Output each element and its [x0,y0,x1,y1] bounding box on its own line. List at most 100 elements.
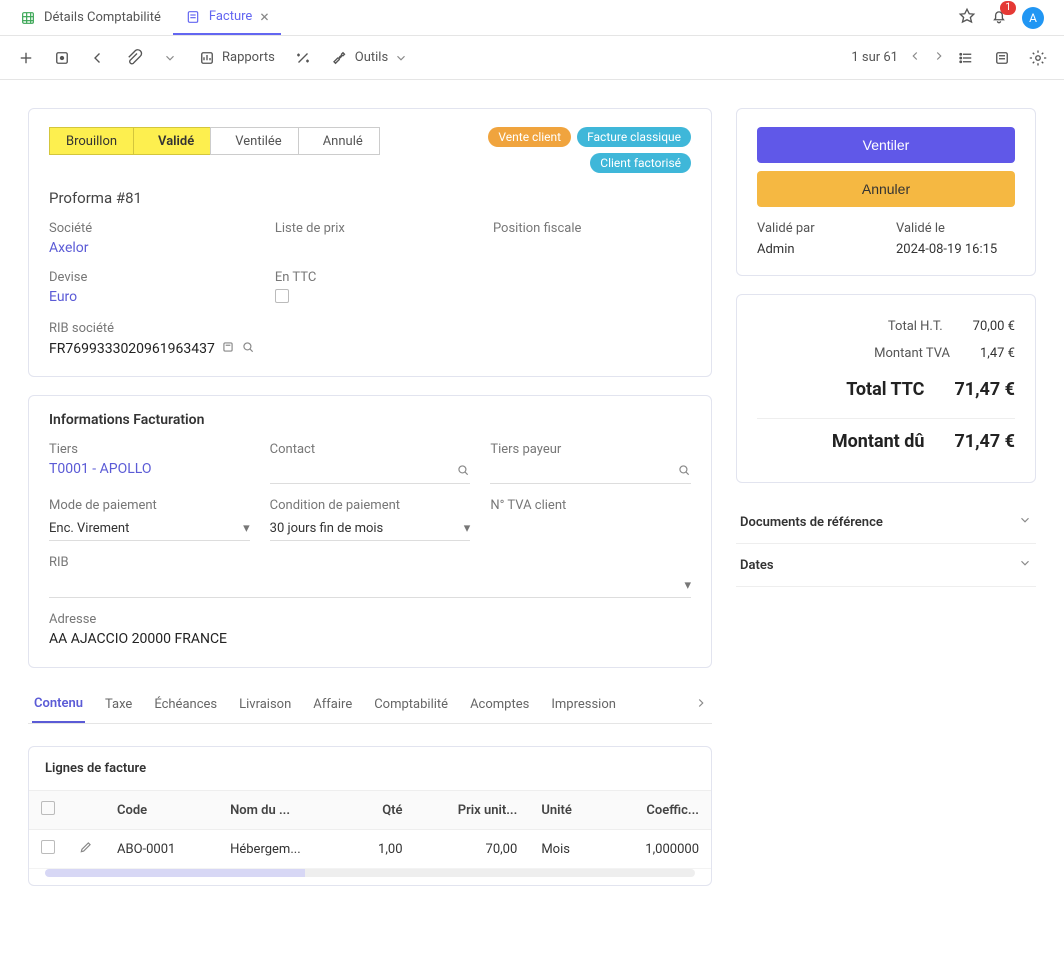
annuler-button[interactable]: Annuler [757,171,1015,207]
col-unitprice[interactable]: Prix unit... [415,791,530,830]
new-button[interactable] [10,42,42,74]
validated-by-label: Validé par [757,221,876,236]
badge-factored: Client factorisé [590,153,691,173]
validated-on-value: 2024-08-19 16:15 [896,242,1015,257]
type-badges: Vente client Facture classique Client fa… [471,127,691,173]
tab-invoice[interactable]: Facture × [173,0,281,35]
settings-button[interactable] [1022,42,1054,74]
accordion-label: Dates [740,558,774,573]
tab-accounting[interactable]: Comptabilité [372,687,450,722]
ventiler-button[interactable]: Ventiler [757,127,1015,163]
tiers-label: Tiers [49,442,250,457]
row-checkbox[interactable] [41,840,55,854]
total-tva-value: 1,47 € [980,346,1015,361]
star-icon[interactable] [958,7,976,29]
notification-count: 1 [1000,1,1016,15]
paycond-select[interactable]: 30 jours fin de mois▾ [270,517,471,541]
col-name[interactable]: Nom du ... [218,791,348,830]
rib-label: RIB [49,555,691,570]
notifications-icon[interactable]: 1 [990,7,1008,29]
tab-content[interactable]: Contenu [32,686,85,723]
contact-label: Contact [270,442,471,457]
tab-delivery[interactable]: Livraison [237,687,293,722]
chevron-down-icon [1018,556,1032,574]
tabs-scroll-right[interactable] [694,696,708,714]
status-cancelled[interactable]: Annulé [298,127,380,155]
magic-button[interactable] [287,42,319,74]
horizontal-scrollbar[interactable] [45,869,695,877]
rib-select[interactable]: ▾ [49,574,691,598]
tab-duedates[interactable]: Échéances [152,687,219,722]
currency-label: Devise [49,270,255,285]
reports-button[interactable]: Rapports [190,42,283,74]
search-icon[interactable] [456,463,470,481]
paymode-select[interactable]: Enc. Virement▾ [49,517,250,541]
col-unit[interactable]: Unité [529,791,604,830]
status-posted[interactable]: Ventilée [210,127,298,155]
total-ttc-label: Total TTC [757,379,954,400]
cell-qty: 1,00 [348,830,415,869]
tab-deposits[interactable]: Acomptes [468,687,531,722]
chevron-down-icon: ▾ [684,578,691,593]
tab-accounting-details[interactable]: Détails Comptabilité [8,0,173,35]
tools-button[interactable]: Outils [323,42,416,74]
edit-icon[interactable] [79,843,93,858]
list-view-button[interactable] [950,42,982,74]
more-button[interactable] [154,42,186,74]
close-icon[interactable]: × [260,7,269,26]
avatar[interactable]: A [1022,7,1044,29]
tab-tax[interactable]: Taxe [103,687,134,722]
validated-on-label: Validé le [896,221,1015,236]
table-row[interactable]: ABO-0001 Hébergem... 1,00 70,00 Mois 1,0… [29,830,711,869]
grid-icon [20,10,36,26]
next-button[interactable] [932,49,946,67]
pager: 1 sur 61 [851,49,946,67]
rib-company-value: FR7699333020961963437 [49,341,215,357]
tab-business[interactable]: Affaire [311,687,354,722]
col-code[interactable]: Code [105,791,218,830]
amount-due-label: Montant dû [757,431,954,452]
open-icon[interactable] [221,340,235,358]
col-qty[interactable]: Qté [348,791,415,830]
chevron-down-icon: ▾ [243,521,250,536]
paymode-label: Mode de paiement [49,498,250,513]
accordion-docs[interactable]: Documents de référence [736,501,1036,544]
app-tabs: Détails Comptabilité Facture × 1 A [0,0,1064,36]
lines-title: Lignes de facture [29,747,711,791]
search-icon[interactable] [241,340,255,358]
prev-button[interactable] [908,49,922,67]
tab-print[interactable]: Impression [549,687,618,722]
cell-code: ABO-0001 [105,830,218,869]
cell-unitprice: 70,00 [415,830,530,869]
address-label: Adresse [49,612,691,627]
invoice-lines: Lignes de facture Code Nom du ... Qté Pr… [28,746,712,886]
total-ttc-value: 71,47 € [954,379,1015,400]
accordion-dates[interactable]: Dates [736,544,1036,587]
search-icon[interactable] [677,463,691,481]
col-coef[interactable]: Coeffic... [604,791,711,830]
cell-name: Hébergem... [218,830,348,869]
back-button[interactable] [82,42,114,74]
in-ttc-checkbox[interactable] [275,289,289,303]
cell-unit: Mois [529,830,604,869]
currency-value[interactable]: Euro [49,289,255,305]
payer-input[interactable] [490,461,691,484]
billing-card: Informations Facturation Tiers T0001 - A… [28,395,712,668]
totals-card: Total H.T.70,00 € Montant TVA1,47 € Tota… [736,294,1036,483]
toolbar: Rapports Outils 1 sur 61 [0,36,1064,80]
status-steps: Brouillon Validé Ventilée Annulé [49,127,379,155]
save-button[interactable] [46,42,78,74]
tab-label: Facture [209,9,252,24]
tiers-value[interactable]: T0001 - APOLLO [49,461,250,477]
reports-label: Rapports [222,50,275,65]
badge-sale: Vente client [488,127,571,147]
status-validated[interactable]: Validé [133,127,211,155]
status-draft[interactable]: Brouillon [49,127,134,155]
contact-input[interactable] [270,461,471,484]
company-value[interactable]: Axelor [49,240,255,256]
document-icon [185,9,201,25]
attach-button[interactable] [118,42,150,74]
form-view-button[interactable] [986,42,1018,74]
select-all-checkbox[interactable] [41,801,55,815]
amount-due-value: 71,47 € [954,431,1015,452]
